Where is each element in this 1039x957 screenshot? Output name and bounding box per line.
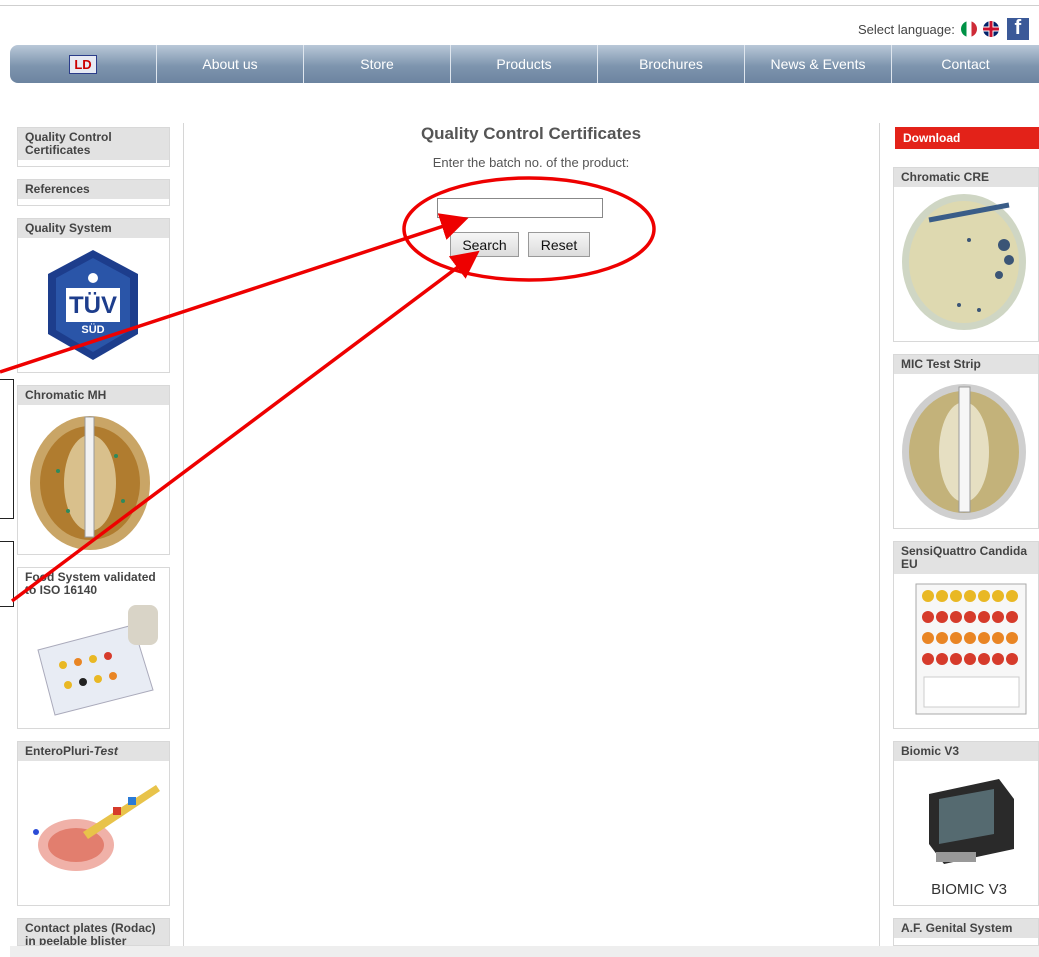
biomic-logo-text: BIOMIC V3 — [931, 881, 1007, 898]
top-divider — [0, 5, 1039, 6]
chromatic-cre-plate-image — [902, 194, 1026, 330]
reset-button[interactable]: Reset — [528, 232, 590, 257]
sidebar-sensiquattro[interactable]: SensiQuattro Candida EU — [893, 541, 1039, 729]
batch-number-input[interactable] — [437, 198, 603, 218]
sidebar-chromatic-cre[interactable]: Chromatic CRE — [893, 167, 1039, 342]
enteropluri-prefix: EnteroPluri- — [25, 744, 94, 758]
nav-contact[interactable]: Contact — [892, 45, 1039, 83]
annotation-callout-box — [0, 541, 14, 607]
sidebar-biomic[interactable]: Biomic V3 BIOMIC V3 — [893, 741, 1039, 906]
footer-bar — [10, 946, 1039, 957]
tuv-logo-text: TÜV — [69, 292, 117, 319]
enteropluri-suffix: Test — [93, 744, 118, 758]
sidebar-chromatic-cre-label: Chromatic CRE — [894, 168, 1038, 187]
uk-flag-icon[interactable] — [982, 21, 999, 37]
sidebar-download[interactable]: Download — [895, 127, 1039, 149]
sidebar-contact-plates-label: Contact plates (Rodac) in peelable blist… — [18, 919, 169, 945]
annotation-ellipse — [402, 176, 656, 282]
language-selector: Select language: f — [858, 17, 1029, 40]
tuv-sud-logo: TÜV SÜD — [48, 250, 138, 360]
batch-instructions: Enter the batch no. of the product: — [432, 155, 630, 170]
sidebar-sensiquattro-label: SensiQuattro Candida EU — [894, 542, 1038, 574]
chromatic-mh-plate-image — [30, 416, 150, 550]
search-button[interactable]: Search — [450, 232, 519, 257]
italian-flag-icon[interactable] — [960, 21, 977, 37]
nav-store[interactable]: Store — [304, 45, 451, 83]
sidebar-references[interactable]: References — [17, 179, 170, 206]
facebook-icon[interactable]: f — [1006, 17, 1029, 40]
download-label: Download — [895, 127, 1039, 149]
biomic-device-image: BIOMIC V3 — [929, 779, 1014, 898]
sidebar-enteropluri[interactable]: EnteroPluri-Test — [17, 741, 170, 906]
main-nav: LD About us Store Products Brochures New… — [10, 45, 1039, 83]
food-system-kit-image — [37, 605, 158, 716]
sidebar-quality-system-label: Quality System — [18, 219, 169, 238]
enteropluri-test-image — [33, 785, 160, 871]
sidebar-chromatic-mh-label: Chromatic MH — [18, 386, 169, 405]
sidebar-chromatic-mh[interactable]: Chromatic MH — [17, 385, 170, 555]
nav-products[interactable]: Products — [451, 45, 598, 83]
sidebar-references-label: References — [18, 180, 169, 199]
sidebar-biomic-label: Biomic V3 — [894, 742, 1038, 761]
nav-brochures[interactable]: Brochures — [598, 45, 745, 83]
company-logo: LD — [69, 54, 97, 74]
sidebar-af-genital-label: A.F. Genital System — [894, 919, 1038, 938]
page-title: Quality Control Certificates — [420, 124, 642, 143]
sidebar-qcc[interactable]: Quality Control Certificates — [17, 127, 170, 167]
sidebar-food-system[interactable]: Food System validated to ISO 16140 — [17, 567, 170, 729]
sidebar-mic-test-strip[interactable]: MIC Test Strip — [893, 354, 1039, 529]
sidebar-contact-plates[interactable]: Contact plates (Rodac) in peelable blist… — [17, 918, 170, 946]
tuv-logo-subtext: SÜD — [81, 323, 104, 336]
select-language-label: Select language: — [858, 21, 955, 37]
sensiquattro-plate-image — [915, 583, 1027, 715]
annotation-callout-box — [0, 379, 14, 519]
nav-home-logo[interactable]: LD — [10, 45, 157, 83]
nav-news-events[interactable]: News & Events — [745, 45, 892, 83]
mic-strip-plate-image — [902, 384, 1026, 520]
nav-about-us[interactable]: About us — [157, 45, 304, 83]
sidebar-food-system-label: Food System validated to ISO 16140 — [18, 568, 169, 600]
sidebar-af-genital[interactable]: A.F. Genital System — [893, 918, 1039, 946]
sidebar-enteropluri-label: EnteroPluri-Test — [18, 742, 169, 761]
sidebar-qcc-label: Quality Control Certificates — [18, 128, 169, 160]
sidebar-mic-test-strip-label: MIC Test Strip — [894, 355, 1038, 374]
sidebar-quality-system[interactable]: Quality System TÜV SÜD — [17, 218, 170, 373]
